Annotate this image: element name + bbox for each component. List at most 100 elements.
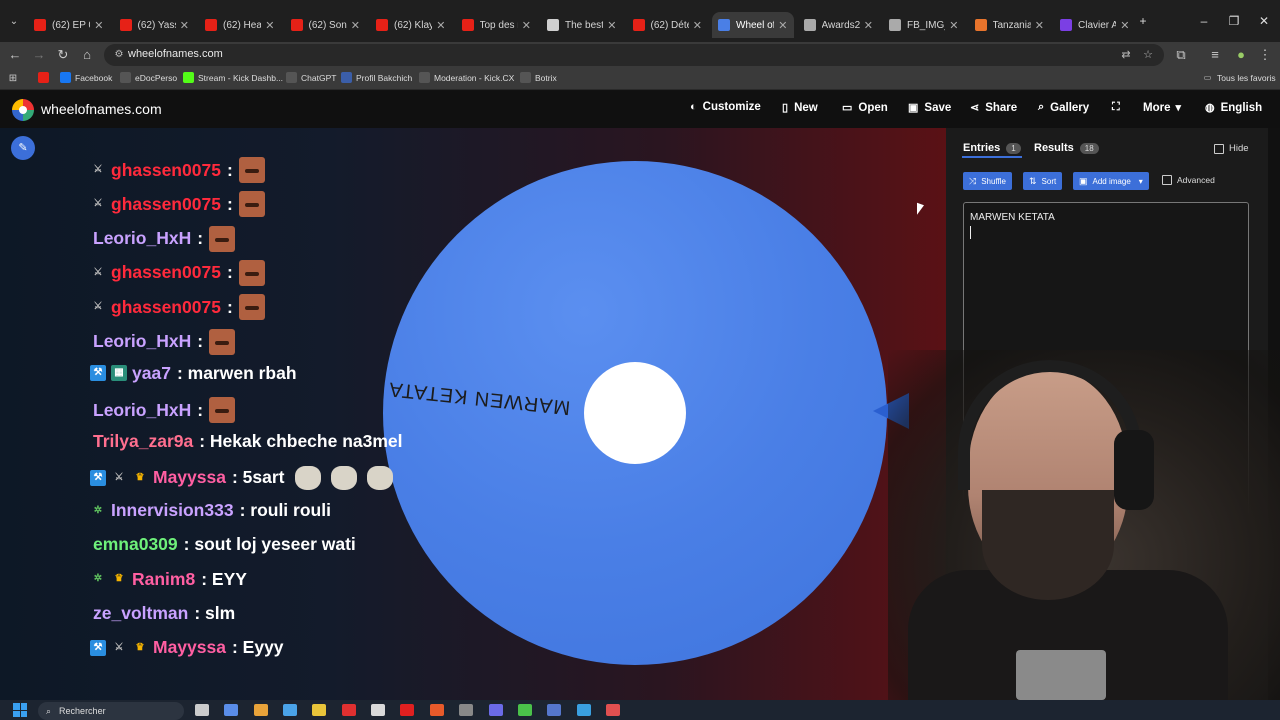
site-header: wheelofnames.com ◐ Customize ▯ New ▭ Open ▣… — [0, 91, 1280, 128]
hide-checkbox[interactable]: Hide — [1214, 143, 1249, 154]
chrome-icon[interactable] — [254, 704, 268, 716]
bookmark-item[interactable]: Facebook — [60, 72, 112, 83]
site-name[interactable]: wheelofnames.com — [41, 101, 162, 117]
tab-results[interactable]: Results 18 — [1034, 142, 1099, 154]
open-button[interactable]: ▭ Open — [842, 101, 888, 115]
webcam-overlay — [888, 350, 1280, 700]
app-icon[interactable] — [577, 704, 591, 716]
browser-tab[interactable]: (62) Détec ✕ — [627, 12, 709, 38]
app-icon[interactable] — [430, 704, 444, 716]
tab-close-icon[interactable]: ✕ — [1035, 19, 1044, 32]
share-button[interactable]: ⋖ Share — [970, 101, 1017, 115]
app-icon[interactable] — [342, 704, 356, 716]
fullscreen-button[interactable]: ⛶ — [1112, 101, 1126, 114]
tab-close-icon[interactable]: ✕ — [1120, 19, 1129, 32]
browser-tab[interactable]: (62) Songs ✕ — [285, 12, 367, 38]
tab-close-icon[interactable]: ✕ — [693, 19, 702, 32]
browser-tab[interactable]: Top des m ✕ — [456, 12, 538, 38]
sort-button[interactable]: ⇅ Sort — [1023, 172, 1063, 190]
bookmark-item[interactable] — [38, 72, 53, 83]
maximize-icon[interactable]: ❐ — [1224, 14, 1244, 28]
app-icon[interactable] — [371, 704, 385, 716]
advanced-checkbox-box[interactable] — [1162, 175, 1172, 185]
reload-icon[interactable]: ↻ — [54, 46, 72, 64]
chat-text: : — [197, 331, 204, 351]
taskbar-search[interactable]: ⌕ Rechercher — [38, 702, 184, 720]
apps-grid-icon[interactable]: ⊞ — [4, 70, 22, 88]
copilot-icon[interactable] — [224, 704, 238, 716]
gallery-button[interactable]: ⌕ Gallery — [1038, 101, 1089, 114]
bookmark-item[interactable]: Moderation - Kick.CX — [419, 72, 514, 83]
forward-icon[interactable]: → — [30, 46, 48, 64]
tab-entries[interactable]: Entries 1 — [963, 142, 1021, 154]
app-icon[interactable] — [606, 704, 620, 716]
edit-pencil-icon[interactable]: ✎ — [11, 136, 35, 160]
language-button[interactable]: ◍ English — [1205, 101, 1262, 115]
new-button[interactable]: ▯ New — [782, 101, 818, 115]
tab-close-icon[interactable]: ✕ — [180, 19, 189, 32]
browser-tab[interactable]: The best C✕ — [541, 12, 623, 38]
tab-close-icon[interactable]: ✕ — [778, 19, 787, 32]
more-button[interactable]: More ▾ — [1143, 101, 1181, 115]
discord-icon[interactable] — [489, 704, 503, 716]
tab-title: (62) Songs — [308, 19, 347, 31]
bookmark-item[interactable]: ChatGPT — [286, 72, 336, 83]
minimize-icon[interactable]: – — [1194, 14, 1214, 28]
tab-close-icon[interactable]: ✕ — [436, 19, 445, 32]
translate-icon[interactable]: ⇄ — [1118, 48, 1134, 62]
browser-menu-icon[interactable]: ⋮ — [1256, 46, 1274, 64]
bookmark-star-icon[interactable]: ☆ — [1140, 48, 1156, 62]
home-icon[interactable]: ⌂ — [78, 46, 96, 64]
extensions-icon[interactable]: ⧉ — [1172, 46, 1190, 64]
customize-button[interactable]: ◐ Customize — [690, 101, 761, 113]
browser-tab[interactable]: (62) Yassin ✕ — [114, 12, 196, 38]
wheel-hub[interactable] — [584, 362, 686, 464]
browser-tab[interactable]: (62) Klay B✕ — [370, 12, 452, 38]
bookmark-item[interactable]: Profil Bakchich — [341, 72, 412, 83]
tab-search-icon[interactable]: ⌄ — [6, 14, 22, 30]
tab-close-icon[interactable]: ✕ — [949, 19, 958, 32]
profile-avatar[interactable]: ● — [1232, 46, 1250, 64]
hide-checkbox-box[interactable] — [1214, 143, 1224, 154]
back-icon[interactable]: ← — [6, 46, 24, 64]
all-bookmarks[interactable]: ▭ Tous les favoris — [1202, 72, 1276, 83]
app-icon[interactable] — [459, 704, 473, 716]
bookmark-item[interactable]: eDocPerso — [120, 72, 177, 83]
advanced-checkbox[interactable]: Advanced — [1162, 175, 1215, 185]
windows-start-icon[interactable] — [13, 703, 27, 717]
tab-favicon-icon — [1060, 19, 1072, 31]
save-button[interactable]: ▣ Save — [908, 101, 951, 115]
browser-tab[interactable]: (62) Heavy✕ — [199, 12, 281, 38]
close-window-icon[interactable]: ✕ — [1254, 14, 1274, 28]
tab-close-icon[interactable]: ✕ — [522, 19, 531, 32]
browser-tab[interactable]: Tanzania v ✕ — [969, 12, 1051, 38]
tab-close-icon[interactable]: ✕ — [94, 19, 103, 32]
tab-close-icon[interactable]: ✕ — [864, 19, 873, 32]
app-icon[interactable] — [518, 704, 532, 716]
tab-close-icon[interactable]: ✕ — [351, 19, 360, 32]
new-tab-icon[interactable]: + — [1133, 14, 1153, 28]
search-placeholder: Rechercher — [59, 706, 106, 716]
address-input[interactable]: ⚙ wheelofnames.com ⇄ ☆ — [104, 44, 1164, 66]
wheel-logo-icon[interactable] — [12, 99, 34, 121]
add-image-button[interactable]: ▣ Add image ▾ — [1073, 172, 1149, 190]
shuffle-button[interactable]: ⤨ Shuffle — [963, 172, 1012, 190]
explorer-icon[interactable] — [312, 704, 326, 716]
browser-tab[interactable]: (62) EP 01 ✕ — [28, 12, 110, 38]
youtube-icon[interactable] — [400, 704, 414, 716]
browser-tab[interactable]: FB_IMG_1 ✕ — [883, 12, 965, 38]
reading-list-icon[interactable]: ≡ — [1206, 46, 1224, 64]
tab-close-icon[interactable]: ✕ — [265, 19, 274, 32]
browser-tab[interactable]: Awards202 ✕ — [798, 12, 880, 38]
store-icon[interactable] — [283, 704, 297, 716]
wheel-stage: MARWEN KETATA ⚔ ghassen0075: ⚔ ghassen0075:… — [0, 128, 946, 700]
bookmark-item[interactable]: Botrix — [520, 72, 557, 83]
site-info-icon[interactable]: ⚙ — [112, 48, 126, 62]
task-view-icon[interactable] — [195, 704, 209, 716]
browser-tab[interactable]: Wheel of N✕ — [712, 12, 794, 38]
app-icon[interactable] — [547, 704, 561, 716]
tab-close-icon[interactable]: ✕ — [607, 19, 616, 32]
bookmark-item[interactable]: Stream - Kick Dashb... — [183, 72, 283, 83]
browser-tab[interactable]: Clavier Ar✕ — [1054, 12, 1136, 38]
tab-title: FB_IMG_1 — [907, 19, 945, 31]
